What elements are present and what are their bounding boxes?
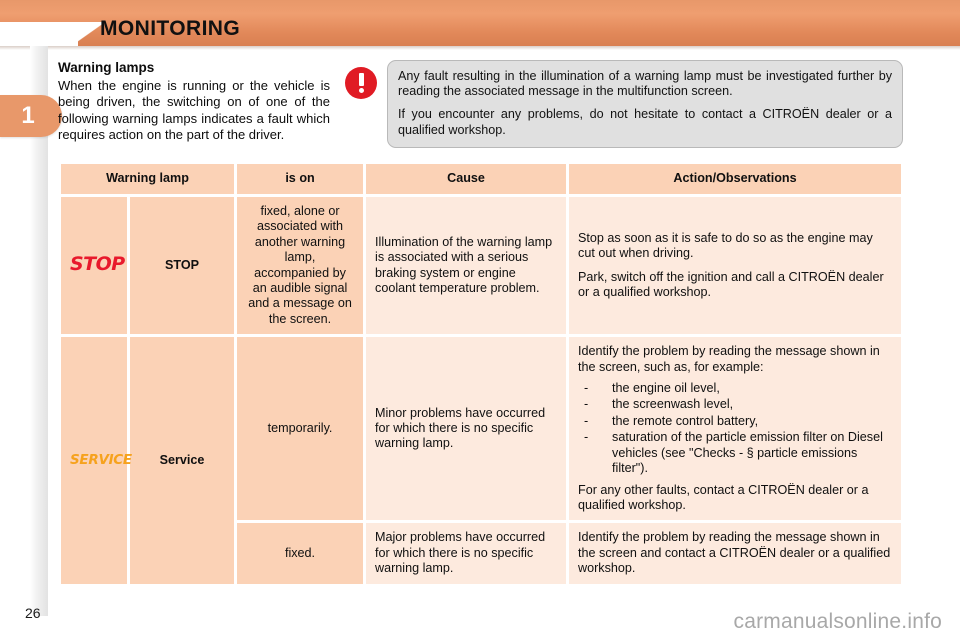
action-outro: For any other faults, contact a CITROËN … [578, 482, 869, 512]
cause-stop: Illumination of the warning lamp is asso… [366, 197, 567, 335]
list-item-label: saturation of the particle emission filt… [612, 430, 883, 476]
lamp-icon-cell-service: SERVICE [61, 337, 132, 584]
lamp-icon-cell-stop: STOP [61, 197, 127, 335]
is-on-stop: fixed, alone or associated with another … [237, 197, 364, 335]
bullet-dash: - [584, 381, 589, 396]
action-service-temporary: Identify the problem by reading the mess… [569, 337, 901, 521]
header-drop-shadow [0, 46, 960, 50]
intro-heading: Warning lamps [58, 60, 155, 75]
intro-block: Warning lamps When the engine is running… [58, 60, 330, 144]
action-paragraph: Park, switch off the ignition and call a… [578, 269, 884, 300]
watermark: carmanualsonline.info [733, 610, 942, 633]
list-item-label: the engine oil level, [612, 381, 720, 396]
column-header-warning-lamp: Warning lamp [61, 164, 235, 194]
table-row: SERVICE Service temporarily. Minor probl… [61, 337, 901, 584]
list-item: - the engine oil level, [578, 381, 892, 396]
exclamation-circle-icon [345, 67, 377, 99]
chapter-tab: 1 [0, 95, 62, 137]
column-header-cause: Cause [366, 164, 567, 194]
action-service-fixed: Identify the problem by reading the mess… [569, 523, 901, 584]
list-item: - the remote control battery, [578, 414, 892, 429]
list-item: - saturation of the particle emission fil… [578, 430, 892, 476]
action-paragraph: Identify the problem by reading the mess… [578, 530, 891, 576]
warning-callout-box: Any fault resulting in the illumination … [387, 60, 903, 148]
table-row: STOP STOP fixed, alone or associated wit… [61, 197, 901, 335]
header-notch [0, 22, 78, 46]
exclamation-dot [358, 88, 364, 93]
lamp-name-service: Service [130, 337, 235, 584]
service-lamp-icon: SERVICE [70, 451, 132, 468]
list-item-label: the remote control battery, [612, 413, 759, 428]
exclamation-bar [358, 73, 364, 86]
chapter-number: 1 [21, 102, 35, 129]
bullet-dash: - [584, 413, 589, 428]
action-bullet-list: - the engine oil level, - the screenwash l… [578, 381, 892, 476]
stop-lamp-icon: STOP [70, 252, 125, 275]
callout-paragraph-1: Any fault resulting in the illumination … [398, 69, 892, 99]
bullet-dash: - [584, 397, 589, 412]
lamp-name-stop: STOP [130, 197, 235, 335]
cause-service-temporary: Minor problems have occurred for which t… [366, 337, 567, 521]
is-on-service-fixed: fixed. [237, 523, 364, 584]
list-item: - the screenwash level, [578, 397, 892, 412]
column-header-action: Action/Observations [569, 164, 901, 194]
table-header-row: Warning lamp is on Cause Action/Observat… [61, 164, 901, 194]
cause-service-fixed: Major problems have occurred for which t… [366, 523, 567, 584]
action-intro: Identify the problem by reading the mess… [578, 344, 880, 374]
list-item-label: the screenwash level, [612, 397, 734, 412]
column-header-is-on: is on [237, 164, 364, 194]
page-title: MONITORING [100, 17, 241, 40]
action-paragraph: Stop as soon as it is safe to do so as t… [578, 230, 873, 261]
bullet-dash: - [584, 430, 589, 445]
intro-paragraph: When the engine is running or the vehicl… [58, 78, 330, 143]
action-stop: Stop as soon as it is safe to do so as t… [569, 197, 901, 335]
is-on-service-temporary: temporarily. [237, 337, 364, 521]
warning-lamps-table: Warning lamp is on Cause Action/Observat… [58, 161, 904, 587]
callout-paragraph-2: If you encounter any problems, do not he… [398, 107, 892, 137]
page-number: 26 [25, 605, 41, 621]
